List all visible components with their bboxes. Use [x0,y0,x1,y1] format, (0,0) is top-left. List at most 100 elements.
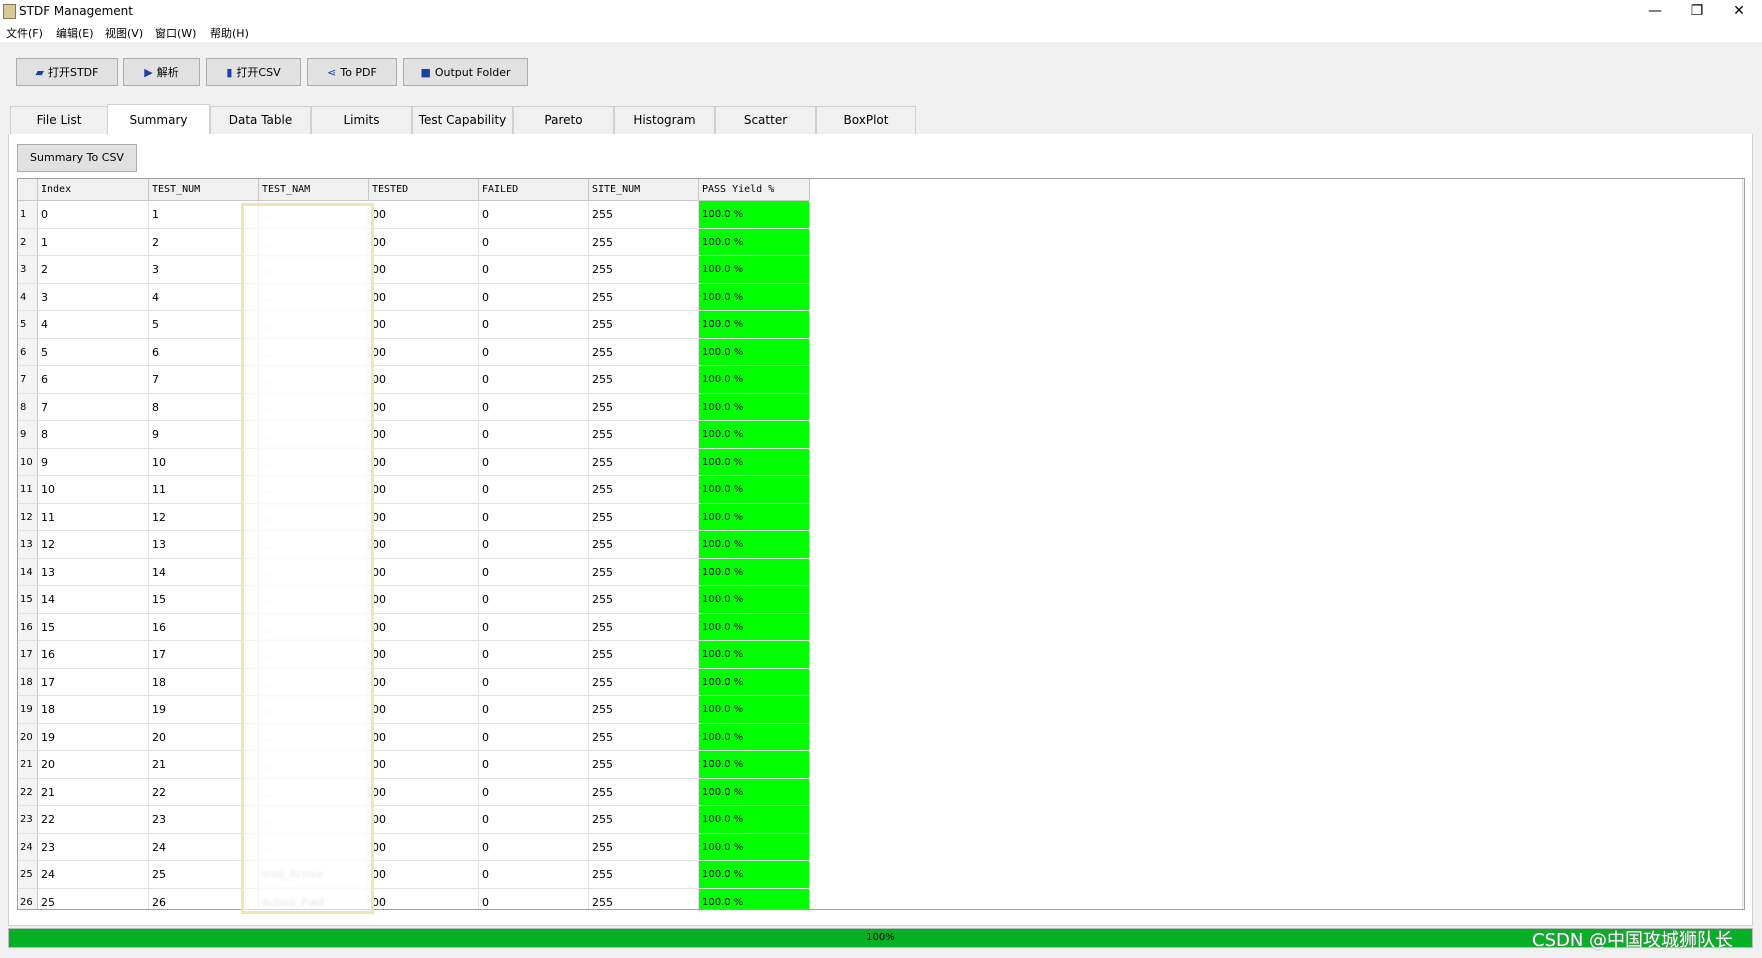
cell-test-num[interactable]: 18 [149,668,259,696]
parse-button[interactable]: ▶ 解析 [123,58,200,86]
row-header[interactable]: 17 [18,641,38,669]
cell-failed[interactable]: 0 [479,696,589,724]
cell-index[interactable]: 21 [38,778,149,806]
row-header[interactable]: 7 [18,366,38,394]
table-row[interactable]: 18 17 18... 00 0 255 100.0 % [18,668,810,696]
row-header[interactable]: 16 [18,613,38,641]
cell-pass-yield[interactable]: 100.0 % [699,228,810,256]
cell-failed[interactable]: 0 [479,531,589,559]
cell-site-num[interactable]: 255 [589,888,699,909]
col-header-site-num[interactable]: SITE_NUM [589,179,699,201]
cell-site-num[interactable]: 255 [589,861,699,889]
cell-test-num[interactable]: 9 [149,421,259,449]
row-header[interactable]: 1 [18,201,38,229]
cell-failed[interactable]: 0 [479,723,589,751]
table-row[interactable]: 23 22 23... 00 0 255 100.0 % [18,806,810,834]
cell-site-num[interactable]: 255 [589,228,699,256]
cell-site-num[interactable]: 255 [589,586,699,614]
cell-test-nam[interactable]: ... [259,558,369,586]
cell-site-num[interactable]: 255 [589,806,699,834]
cell-tested[interactable]: 00 [369,861,479,889]
cell-pass-yield[interactable]: 100.0 % [699,751,810,779]
cell-pass-yield[interactable]: 100.0 % [699,586,810,614]
row-header[interactable]: 21 [18,751,38,779]
tab-scatter[interactable]: Scatter [715,106,816,134]
table-row[interactable]: 4 3 4... 00 0 255 100.0 % [18,283,810,311]
cell-index[interactable]: 25 [38,888,149,909]
cell-tested[interactable]: 00 [369,668,479,696]
cell-pass-yield[interactable]: 100.0 % [699,503,810,531]
cell-test-nam[interactable]: ... [259,696,369,724]
cell-index[interactable]: 0 [38,201,149,229]
menu-view[interactable]: 视图(V) [105,25,143,41]
cell-tested[interactable]: 00 [369,696,479,724]
restore-button[interactable]: ❐ [1676,0,1718,22]
open-stdf-button[interactable]: ▰ 打开STDF [16,58,118,86]
cell-pass-yield[interactable]: 100.0 % [699,861,810,889]
row-header[interactable]: 24 [18,833,38,861]
cell-pass-yield[interactable]: 100.0 % [699,393,810,421]
cell-test-num[interactable]: 10 [149,448,259,476]
tab-limits[interactable]: Limits [311,106,412,134]
cell-test-num[interactable]: 5 [149,311,259,339]
cell-failed[interactable]: 0 [479,503,589,531]
cell-pass-yield[interactable]: 100.0 % [699,668,810,696]
tab-boxplot[interactable]: BoxPlot [816,106,916,134]
cell-test-num[interactable]: 22 [149,778,259,806]
minimize-button[interactable]: — [1634,0,1676,22]
cell-test-num[interactable]: 20 [149,723,259,751]
cell-index[interactable]: 3 [38,283,149,311]
col-header-tested[interactable]: TESTED [369,179,479,201]
menu-help[interactable]: 帮助(H) [210,25,249,41]
cell-failed[interactable]: 0 [479,421,589,449]
cell-test-nam[interactable]: ... [259,448,369,476]
cell-test-nam[interactable]: ... [259,613,369,641]
table-row[interactable]: 12 11 12... 00 0 255 100.0 % [18,503,810,531]
tab-data-table[interactable]: Data Table [210,106,311,134]
cell-tested[interactable]: 00 [369,778,479,806]
cell-site-num[interactable]: 255 [589,256,699,284]
cell-site-num[interactable]: 255 [589,283,699,311]
table-corner[interactable] [18,179,38,201]
cell-test-num[interactable]: 16 [149,613,259,641]
col-header-index[interactable]: Index [38,179,149,201]
cell-tested[interactable]: 00 [369,723,479,751]
cell-pass-yield[interactable]: 100.0 % [699,641,810,669]
cell-tested[interactable]: 00 [369,393,479,421]
cell-test-nam[interactable]: Vdd_Active [259,861,369,889]
cell-pass-yield[interactable]: 100.0 % [699,833,810,861]
cell-tested[interactable]: 00 [369,201,479,229]
cell-test-num[interactable]: 15 [149,586,259,614]
cell-test-nam[interactable]: ... [259,503,369,531]
row-header[interactable]: 12 [18,503,38,531]
cell-tested[interactable]: 00 [369,311,479,339]
table-row[interactable]: 16 15 16... 00 0 255 100.0 % [18,613,810,641]
cell-failed[interactable]: 0 [479,751,589,779]
tab-test-capability[interactable]: Test Capability [412,106,513,134]
row-header[interactable]: 15 [18,586,38,614]
cell-failed[interactable]: 0 [479,256,589,284]
tab-pareto[interactable]: Pareto [513,106,614,134]
cell-index[interactable]: 2 [38,256,149,284]
table-row[interactable]: 7 6 7... 00 0 255 100.0 % [18,366,810,394]
cell-failed[interactable]: 0 [479,311,589,339]
cell-failed[interactable]: 0 [479,833,589,861]
cell-index[interactable]: 14 [38,586,149,614]
cell-pass-yield[interactable]: 100.0 % [699,421,810,449]
cell-test-num[interactable]: 23 [149,806,259,834]
cell-test-num[interactable]: 2 [149,228,259,256]
cell-tested[interactable]: 00 [369,366,479,394]
col-header-test-num[interactable]: TEST_NUM [149,179,259,201]
cell-test-nam[interactable]: ... [259,311,369,339]
cell-pass-yield[interactable]: 100.0 % [699,558,810,586]
cell-test-nam[interactable]: ... [259,228,369,256]
row-header[interactable]: 8 [18,393,38,421]
cell-test-num[interactable]: 25 [149,861,259,889]
cell-pass-yield[interactable]: 100.0 % [699,888,810,909]
cell-site-num[interactable]: 255 [589,366,699,394]
row-header[interactable]: 13 [18,531,38,559]
cell-pass-yield[interactable]: 100.0 % [699,476,810,504]
cell-test-num[interactable]: 6 [149,338,259,366]
cell-index[interactable]: 11 [38,503,149,531]
cell-failed[interactable]: 0 [479,668,589,696]
